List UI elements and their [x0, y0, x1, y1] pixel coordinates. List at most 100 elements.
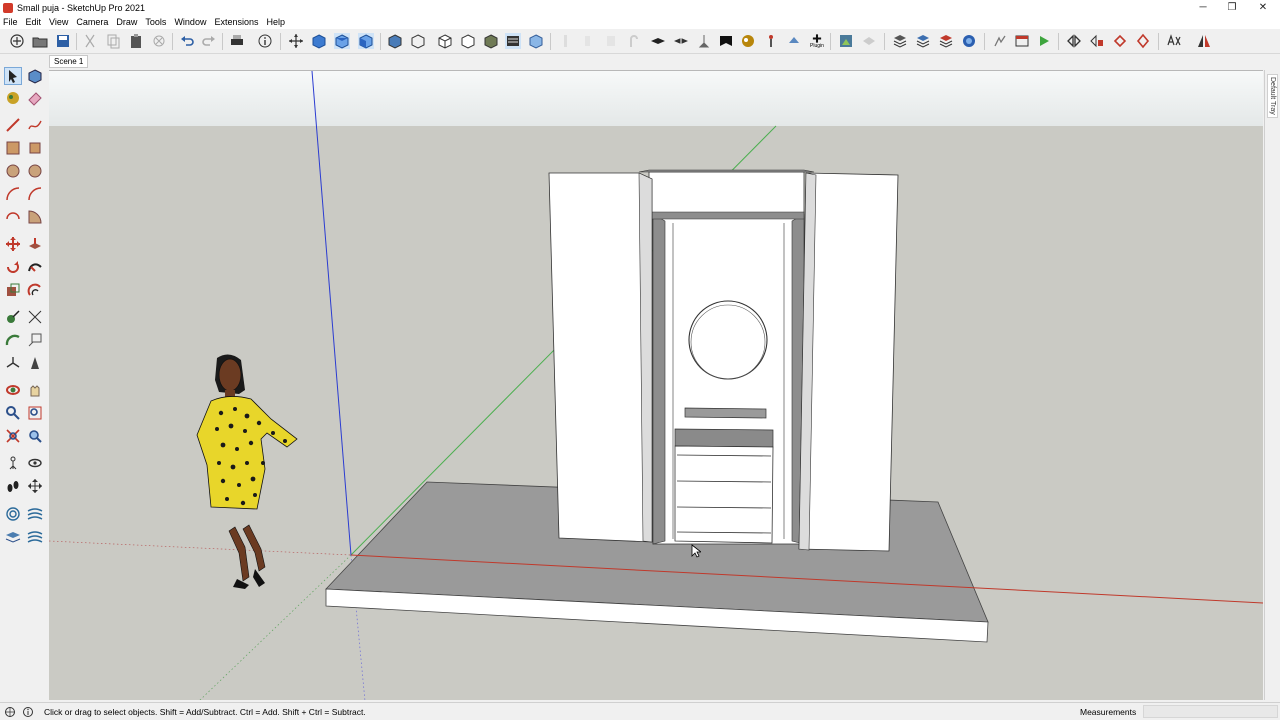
previous-view-icon[interactable] — [26, 427, 44, 445]
move-tool-icon[interactable] — [4, 235, 22, 253]
iso-view-icon[interactable] — [311, 33, 327, 49]
freehand-tool-icon[interactable] — [26, 116, 44, 134]
cut-icon[interactable] — [82, 33, 98, 49]
section-cut-icon[interactable] — [673, 33, 689, 49]
menu-camera[interactable]: Camera — [76, 17, 108, 27]
follow-me-tool-icon[interactable] — [26, 258, 44, 276]
dimension-icon[interactable] — [1014, 33, 1030, 49]
menu-window[interactable]: Window — [174, 17, 206, 27]
minimize-button[interactable]: ─ — [1187, 0, 1219, 15]
components-icon[interactable] — [961, 33, 977, 49]
shaded-style-icon[interactable] — [460, 33, 476, 49]
new-file-icon[interactable] — [9, 33, 25, 49]
sandbox-tool-1-icon[interactable] — [558, 33, 574, 49]
dimension-tool-icon[interactable] — [26, 308, 44, 326]
copy-icon[interactable] — [105, 33, 121, 49]
extension-icon[interactable] — [740, 33, 756, 49]
stamp-icon[interactable] — [26, 528, 44, 546]
menu-edit[interactable]: Edit — [26, 17, 42, 27]
sandbox-tool-2-icon[interactable] — [580, 33, 596, 49]
polygon-tool-icon[interactable] — [26, 162, 44, 180]
menu-help[interactable]: Help — [266, 17, 285, 27]
position-camera-icon[interactable] — [4, 454, 22, 472]
monochrome-style-icon[interactable] — [505, 33, 521, 49]
follow-me-icon[interactable] — [992, 33, 1008, 49]
arc-tool-icon[interactable] — [4, 185, 22, 203]
three-point-arc-icon[interactable] — [4, 208, 22, 226]
warehouse-icon[interactable] — [718, 33, 734, 49]
sandbox-from-scratch-icon[interactable] — [26, 505, 44, 523]
photo-texture-icon[interactable] — [861, 33, 877, 49]
sandbox-tool-3-icon[interactable] — [603, 33, 619, 49]
look-around-icon[interactable] — [26, 454, 44, 472]
hidden-line-style-icon[interactable] — [437, 33, 453, 49]
menu-draw[interactable]: Draw — [116, 17, 137, 27]
rotate-tool-icon[interactable] — [4, 258, 22, 276]
section-fill-icon[interactable] — [696, 33, 712, 49]
line-tool-icon[interactable] — [4, 116, 22, 134]
measurements-input[interactable] — [1143, 705, 1278, 718]
extension-arrow-icon[interactable] — [1066, 33, 1082, 49]
default-tray-collapsed[interactable]: Default Tray — [1264, 70, 1280, 700]
text-style-icon[interactable] — [1166, 33, 1182, 49]
save-icon[interactable] — [55, 33, 71, 49]
materials-icon[interactable] — [938, 33, 954, 49]
walk-tool-icon[interactable] — [4, 477, 22, 495]
geo-location-status-icon[interactable] — [4, 706, 16, 718]
open-folder-icon[interactable] — [32, 33, 48, 49]
model-viewport[interactable] — [49, 70, 1263, 700]
extension-diamond-icon[interactable] — [1135, 33, 1151, 49]
front-view-icon[interactable] — [358, 33, 374, 49]
smoove-icon[interactable] — [4, 528, 22, 546]
sandbox-from-contours-icon[interactable] — [4, 505, 22, 523]
layers-icon[interactable] — [892, 33, 908, 49]
sandbox-tool-4-icon[interactable] — [626, 33, 642, 49]
redo-icon[interactable] — [201, 33, 217, 49]
wireframe-style-icon[interactable] — [410, 33, 426, 49]
tape-measure-icon[interactable] — [4, 308, 22, 326]
section-plane-icon[interactable] — [650, 33, 666, 49]
plugin-icon[interactable]: Plugin — [809, 33, 825, 49]
two-point-arc-icon[interactable] — [26, 185, 44, 203]
extension-eraser-icon[interactable] — [1112, 33, 1128, 49]
scene-play-icon[interactable] — [1036, 33, 1052, 49]
protractor-icon[interactable] — [4, 331, 22, 349]
make-component-icon[interactable] — [26, 67, 44, 85]
model-info-icon[interactable] — [257, 33, 273, 49]
geo-location-icon[interactable] — [838, 33, 854, 49]
menu-extensions[interactable]: Extensions — [214, 17, 258, 27]
print-icon[interactable] — [229, 33, 245, 49]
paste-icon[interactable] — [128, 33, 144, 49]
figure-icon[interactable] — [763, 33, 779, 49]
mirror-icon[interactable] — [1196, 33, 1212, 49]
pan-tool-icon[interactable] — [26, 381, 44, 399]
orbit-axis-icon[interactable] — [288, 33, 304, 49]
paint-bucket-icon[interactable] — [4, 89, 22, 107]
tab-scene-1[interactable]: Scene 1 — [49, 55, 89, 68]
pie-tool-icon[interactable] — [26, 208, 44, 226]
undo-icon[interactable] — [179, 33, 195, 49]
orbit-tool-icon[interactable] — [4, 381, 22, 399]
zoom-tool-icon[interactable] — [4, 404, 22, 422]
outliner-icon[interactable] — [915, 33, 931, 49]
zoom-extents-icon[interactable] — [4, 427, 22, 445]
zoom-window-icon[interactable] — [26, 404, 44, 422]
menu-view[interactable]: View — [49, 17, 68, 27]
3d-text-icon[interactable] — [26, 354, 44, 372]
default-tray-label[interactable]: Default Tray — [1267, 74, 1278, 118]
extension-2-icon[interactable] — [786, 33, 802, 49]
rotated-rectangle-icon[interactable] — [26, 139, 44, 157]
restore-button[interactable]: ❐ — [1216, 0, 1248, 15]
rectangle-tool-icon[interactable] — [4, 139, 22, 157]
menu-file[interactable]: File — [3, 17, 18, 27]
info-status-icon[interactable] — [22, 706, 34, 718]
scale-tool-icon[interactable] — [4, 281, 22, 299]
axes-tool-icon[interactable] — [4, 354, 22, 372]
text-tool-icon[interactable] — [26, 331, 44, 349]
top-view-icon[interactable] — [334, 33, 350, 49]
section-plane-tool-icon[interactable] — [26, 477, 44, 495]
close-button[interactable]: ✕ — [1247, 0, 1279, 15]
push-pull-icon[interactable] — [26, 235, 44, 253]
xray-style-icon[interactable] — [387, 33, 403, 49]
offset-tool-icon[interactable] — [26, 281, 44, 299]
